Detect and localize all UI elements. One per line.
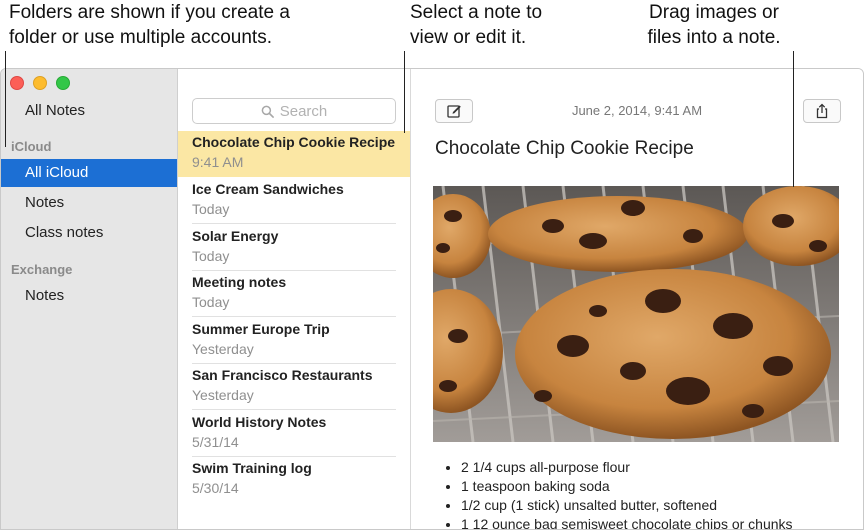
list-item: 2 1/4 cups all-purpose flour bbox=[461, 458, 793, 477]
note-title: Solar Energy bbox=[192, 228, 279, 244]
list-item[interactable]: Ice Cream Sandwiches Today bbox=[178, 178, 410, 224]
note-title: San Francisco Restaurants bbox=[192, 367, 373, 383]
list-item[interactable]: Solar Energy Today bbox=[178, 225, 410, 271]
close-window-button[interactable] bbox=[10, 76, 24, 90]
note-date: 5/30/14 bbox=[192, 480, 239, 496]
note-title: Meeting notes bbox=[192, 274, 287, 290]
note-date: Yesterday bbox=[192, 387, 254, 403]
note-date: 5/31/14 bbox=[192, 434, 239, 450]
sidebar-group-icloud: iCloud bbox=[11, 139, 52, 154]
callout-select-line-1: Select a note to bbox=[410, 2, 543, 23]
sidebar-item-class-notes[interactable]: Class notes bbox=[1, 219, 177, 247]
callout-folders-line-2: folder or use multiple accounts. bbox=[9, 27, 272, 48]
list-item: 1/2 cup (1 stick) unsalted butter, softe… bbox=[461, 496, 793, 515]
cookie-photo[interactable] bbox=[433, 186, 839, 442]
cookie-photo-illustration bbox=[433, 186, 839, 442]
ingredient-list[interactable]: 2 1/4 cups all-purpose flour 1 teaspoon … bbox=[441, 458, 793, 529]
callout-drag-line-1: Drag images or bbox=[649, 2, 779, 23]
list-item[interactable]: Swim Training log 5/30/14 bbox=[178, 457, 410, 503]
callout-select: Select a note to view or edit it. bbox=[410, 0, 542, 50]
note-date: 9:41 AM bbox=[192, 154, 244, 170]
share-icon bbox=[816, 103, 828, 119]
folders-leader-line bbox=[5, 51, 6, 147]
sidebar-item-exchange-notes[interactable]: Notes bbox=[1, 282, 177, 310]
callout-select-line-2: view or edit it. bbox=[410, 27, 527, 48]
note-title-heading: Chocolate Chip Cookie Recipe bbox=[435, 138, 694, 159]
list-item[interactable]: Meeting notes Today bbox=[178, 271, 410, 317]
list-item[interactable]: World History Notes 5/31/14 bbox=[178, 411, 410, 457]
search-field[interactable]: Search bbox=[192, 98, 396, 124]
sidebar-item-all-notes[interactable]: All Notes bbox=[1, 97, 177, 125]
window-controls bbox=[10, 76, 70, 90]
notes-window: All Notes iCloud All iCloud Notes Class … bbox=[0, 68, 864, 530]
note-date: Yesterday bbox=[192, 341, 254, 357]
list-item[interactable]: Chocolate Chip Cookie Recipe 9:41 AM bbox=[178, 131, 410, 177]
notes-list: Search Chocolate Chip Cookie Recipe 9:41… bbox=[178, 69, 411, 529]
callout-drag-line-2: files into a note. bbox=[647, 27, 781, 48]
search-icon bbox=[261, 105, 274, 118]
minimize-window-button[interactable] bbox=[33, 76, 47, 90]
note-title: Ice Cream Sandwiches bbox=[192, 181, 344, 197]
note-detail: June 2, 2014, 9:41 AM Chocolate Chip Coo… bbox=[411, 69, 863, 529]
drag-leader-line bbox=[793, 51, 794, 187]
sidebar: All Notes iCloud All iCloud Notes Class … bbox=[1, 69, 178, 529]
callout-folders-line-1: Folders are shown if you create a bbox=[9, 2, 290, 23]
note-title: Chocolate Chip Cookie Recipe bbox=[192, 134, 396, 150]
note-date-line: June 2, 2014, 9:41 AM bbox=[571, 103, 703, 118]
row-divider bbox=[192, 409, 396, 410]
note-date: Today bbox=[192, 294, 230, 310]
note-title: Summer Europe Trip bbox=[192, 321, 330, 337]
select-leader-line bbox=[404, 51, 405, 133]
note-title: World History Notes bbox=[192, 414, 327, 430]
row-divider bbox=[192, 316, 396, 317]
note-date: Today bbox=[192, 248, 230, 264]
row-divider bbox=[192, 223, 396, 224]
sidebar-item-notes[interactable]: Notes bbox=[1, 189, 177, 217]
list-item[interactable]: San Francisco Restaurants Yesterday bbox=[178, 364, 410, 410]
search-placeholder: Search bbox=[279, 102, 328, 120]
zoom-window-button[interactable] bbox=[56, 76, 70, 90]
list-item: 1 teaspoon baking soda bbox=[461, 477, 793, 496]
callout-drag: Drag images or files into a note. bbox=[622, 0, 806, 50]
note-date: Today bbox=[192, 201, 230, 217]
list-item[interactable]: Summer Europe Trip Yesterday bbox=[178, 318, 410, 364]
note-title: Swim Training log bbox=[192, 460, 312, 476]
share-button[interactable] bbox=[803, 99, 841, 123]
callout-folders: Folders are shown if you create a folder… bbox=[9, 0, 290, 50]
sidebar-item-all-icloud[interactable]: All iCloud bbox=[1, 159, 177, 187]
sidebar-group-exchange: Exchange bbox=[11, 262, 73, 277]
